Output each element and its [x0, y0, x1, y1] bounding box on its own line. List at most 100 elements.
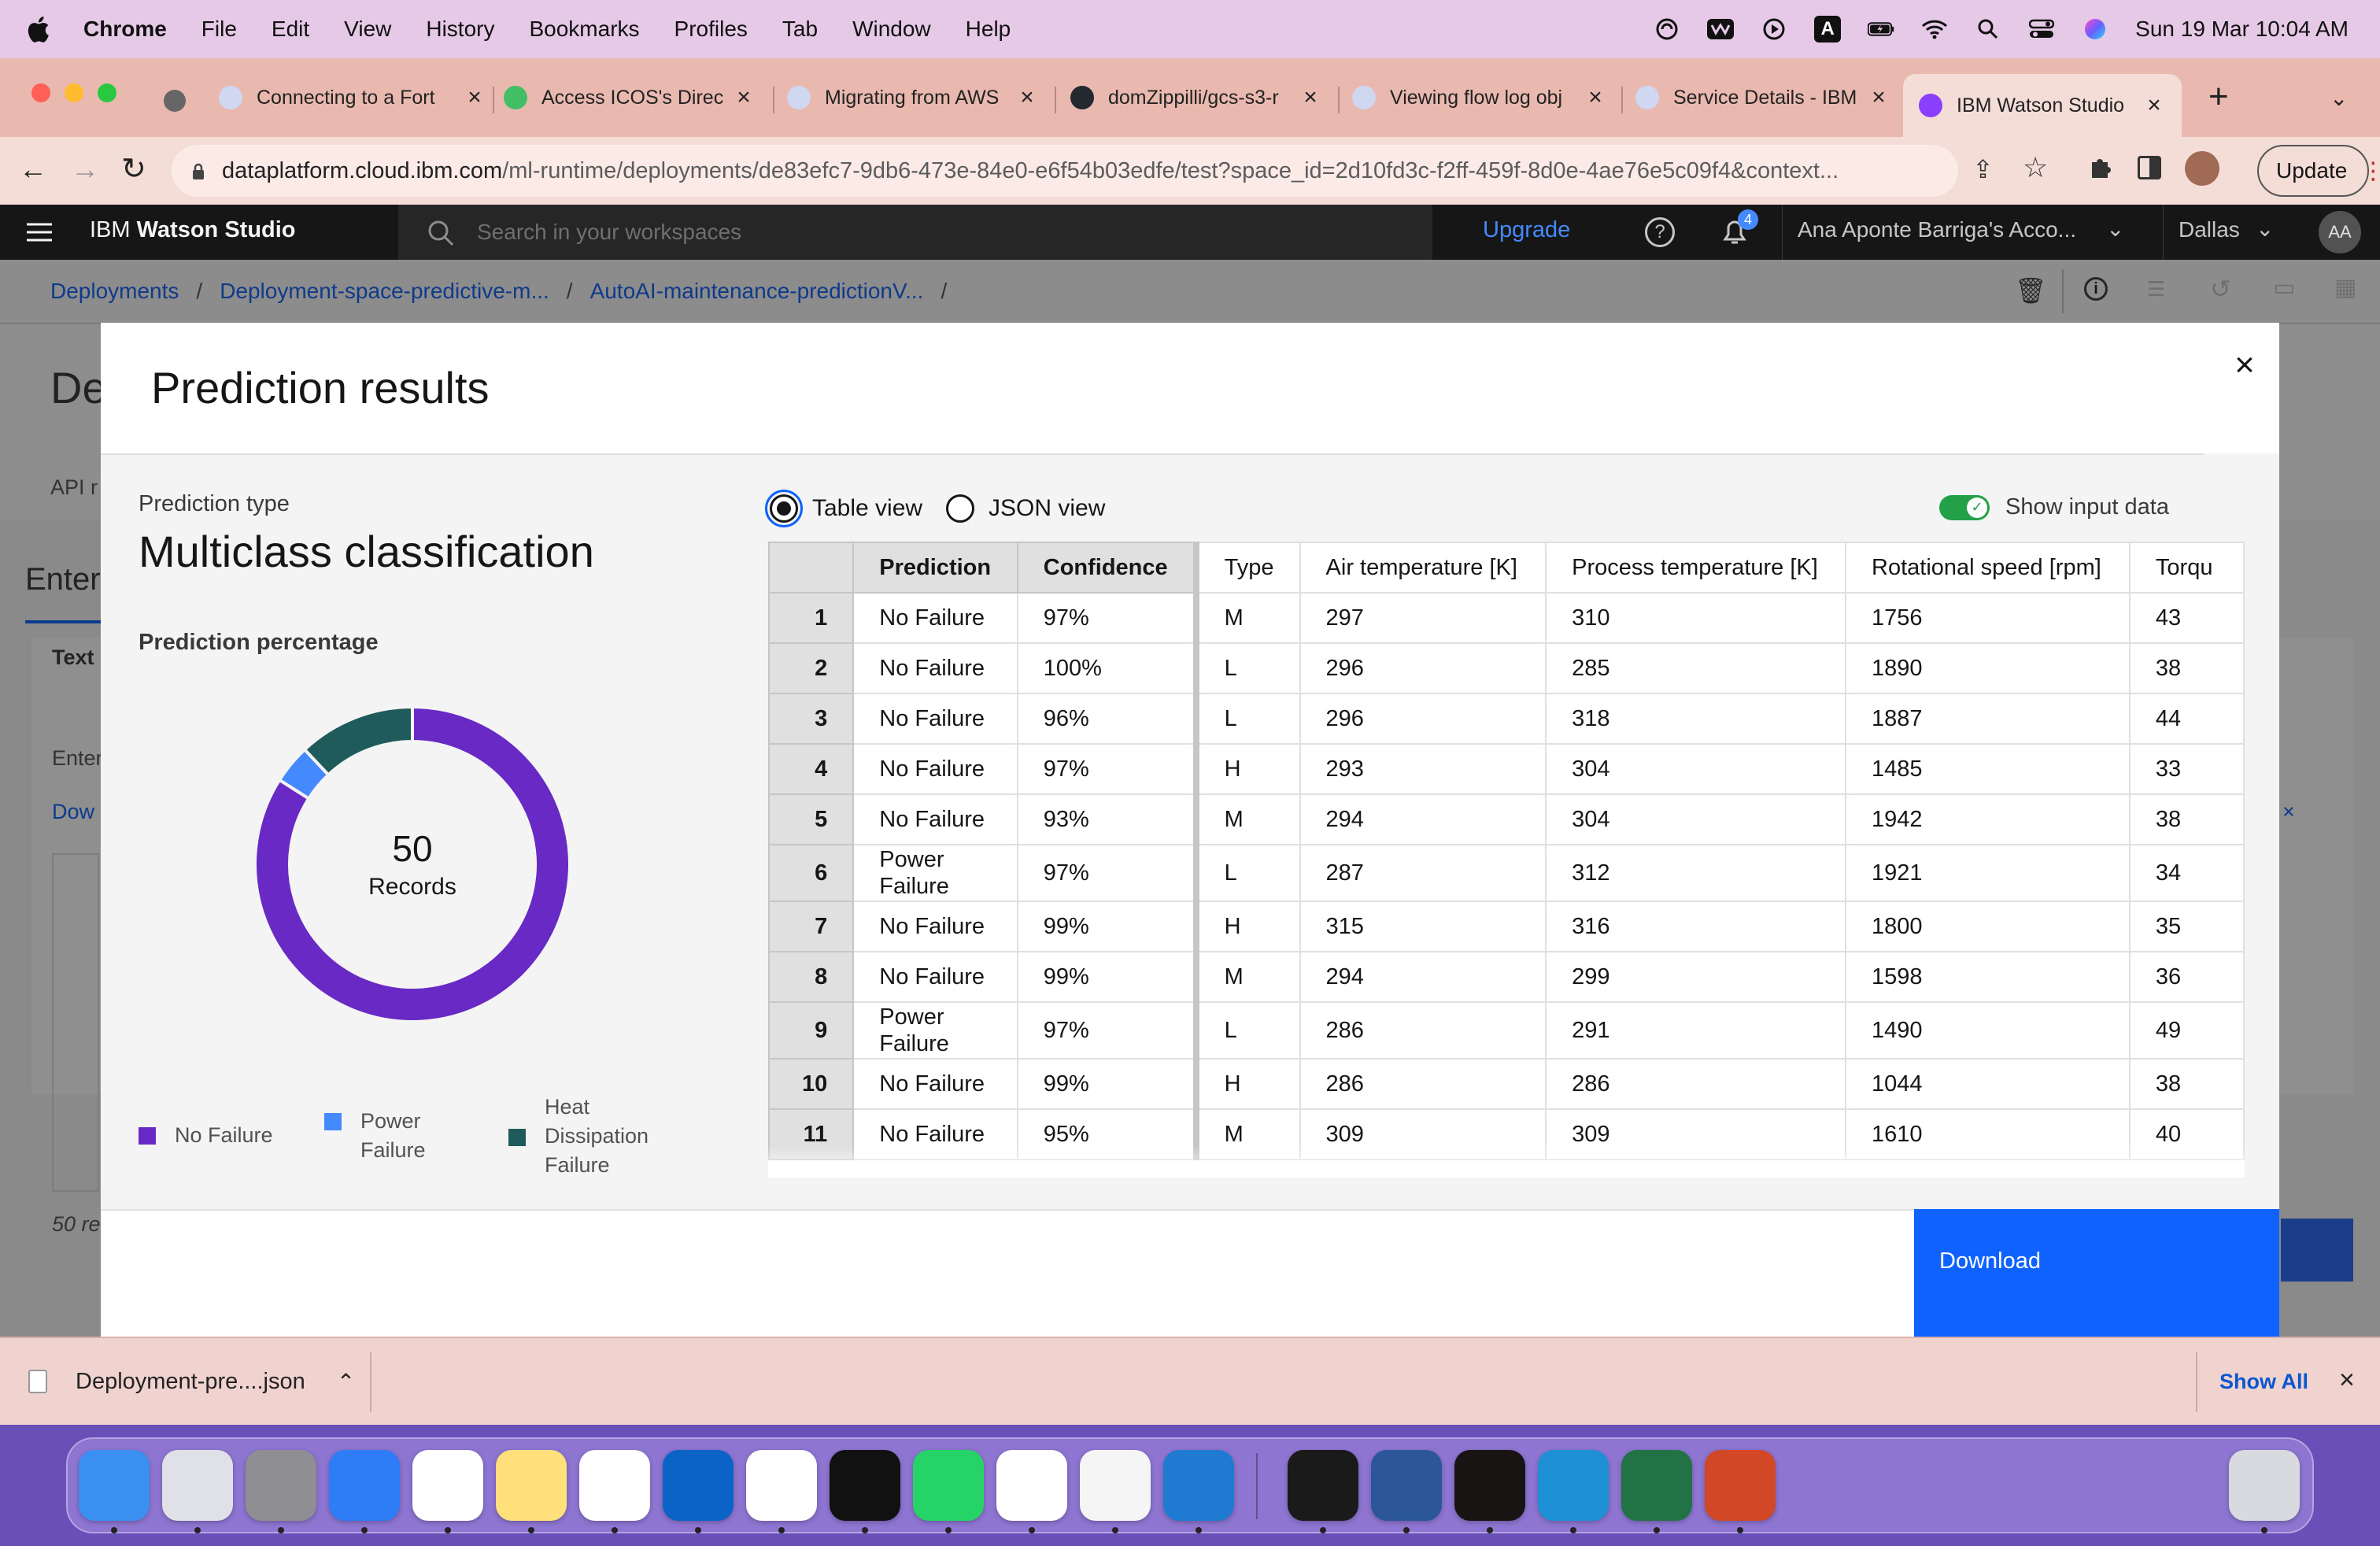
upgrade-link[interactable]: Upgrade [1483, 217, 1570, 243]
modal-close-icon[interactable]: × [2226, 346, 2264, 384]
chevron-up-icon[interactable]: ⌃ [337, 1369, 355, 1395]
user-avatar[interactable]: AA [2319, 211, 2361, 253]
table-row[interactable]: 7 No Failure 99% H 315 316 1800 35 [768, 901, 2245, 952]
column-header-prediction[interactable]: Prediction [852, 542, 1018, 594]
whatsapp-app-icon[interactable] [913, 1450, 984, 1521]
json-view-radio[interactable]: JSON view [946, 494, 1105, 523]
show-all-downloads-button[interactable]: Show All [2219, 1370, 2308, 1394]
column-header-confidence[interactable]: Confidence [1016, 542, 1197, 594]
table-row[interactable]: 1 No Failure 97% M 297 310 1756 43 [768, 592, 2245, 644]
show-input-data-toggle[interactable]: ✓ Show input data [1939, 494, 2169, 520]
input-source-icon[interactable]: A [1814, 16, 1842, 43]
menu-file[interactable]: File [201, 17, 237, 42]
trash-app-icon[interactable] [2229, 1450, 2300, 1521]
new-tab-button[interactable]: + [2208, 77, 2229, 117]
column-header-air-temp[interactable]: Air temperature [K] [1299, 542, 1547, 594]
safari-app-icon[interactable] [329, 1450, 400, 1521]
tab-close-icon[interactable]: × [2142, 92, 2166, 119]
comment-icon[interactable]: ▭ [2273, 274, 2295, 301]
tab-close-icon[interactable]: × [1867, 84, 1890, 111]
tab-close-icon[interactable]: × [463, 84, 486, 111]
column-header-rotational-speed[interactable]: Rotational speed [rpm] [1845, 542, 2131, 594]
window-close-button[interactable] [31, 83, 50, 102]
side-panel-icon[interactable] [2138, 156, 2161, 179]
tab-fortinet[interactable]: Connecting to a Fort × [219, 74, 486, 121]
tab-search-chevron-icon[interactable]: ⌄ [2330, 85, 2348, 111]
table-row[interactable]: 6 Power Failure 97% L 287 312 1921 34 [768, 844, 2245, 902]
column-header-torque[interactable]: Torqu [2128, 542, 2245, 594]
tab-migrating-aws[interactable]: Migrating from AWS × [787, 74, 1039, 121]
chrome-app-icon[interactable] [996, 1450, 1067, 1521]
reminders-app-icon[interactable] [412, 1450, 483, 1521]
edge-app-icon[interactable] [1538, 1450, 1609, 1521]
table-row[interactable]: 10 No Failure 99% H 286 286 1044 38 [768, 1058, 2245, 1110]
download-button[interactable]: Download [1914, 1209, 2279, 1337]
spotlight-search-icon[interactable] [1975, 16, 2001, 43]
terminal-app-icon[interactable] [830, 1450, 900, 1521]
vs-code-app-icon[interactable] [1163, 1450, 1234, 1521]
excel-app-icon[interactable] [1621, 1450, 1692, 1521]
column-header-type[interactable]: Type [1192, 542, 1301, 594]
back-arrow-icon[interactable]: ← [19, 153, 47, 186]
product-name[interactable]: IBM Watson Studio [90, 217, 296, 243]
outlook-app-icon[interactable] [663, 1450, 734, 1521]
activity-app-icon[interactable] [746, 1450, 817, 1521]
menu-tab[interactable]: Tab [782, 17, 818, 42]
table-row[interactable]: 8 No Failure 99% M 294 299 1598 36 [768, 951, 2245, 1003]
hamburger-menu-icon[interactable] [27, 222, 52, 242]
breadcrumb-deployments[interactable]: Deployments [50, 279, 179, 304]
menu-view[interactable]: View [344, 17, 391, 42]
history-icon[interactable]: ↺ [2210, 274, 2231, 304]
info-icon[interactable]: i [2084, 277, 2108, 301]
control-center-icon[interactable] [2028, 16, 2055, 43]
bookmark-star-icon[interactable]: ☆ [2023, 151, 2048, 184]
region-chevron-icon[interactable]: ⌄ [2256, 216, 2274, 242]
grid-icon[interactable]: ▦ [2334, 274, 2356, 301]
wifi-icon[interactable] [1921, 16, 1948, 43]
donut-slice-heat-dissipation-failure[interactable] [302, 707, 414, 778]
downloads-bar-close-icon[interactable]: × [2339, 1365, 2355, 1396]
window-zoom-button[interactable] [98, 83, 116, 102]
window-minimize-button[interactable] [65, 83, 83, 102]
powerpoint-app-icon[interactable] [1705, 1450, 1776, 1521]
chrome-update-button[interactable]: Update ⋮ [2257, 145, 2380, 197]
breadcrumb-autoai-model[interactable]: AutoAI-maintenance-predictionV... [590, 279, 924, 304]
flow-icon[interactable]: ☰ [2147, 277, 2172, 301]
account-switcher[interactable]: Ana Aponte Barriga's Acco... [1798, 217, 2076, 242]
tab-watson-studio[interactable]: IBM Watson Studio × [1903, 74, 2182, 137]
table-row[interactable]: 4 No Failure 97% H 293 304 1485 33 [768, 743, 2245, 795]
table-row[interactable]: 5 No Failure 93% M 294 304 1942 38 [768, 793, 2245, 845]
textedit-app-icon[interactable] [1080, 1450, 1151, 1521]
tab-close-icon[interactable]: × [1299, 84, 1322, 111]
tab-flow-logs[interactable]: Viewing flow log obj × [1352, 74, 1607, 121]
spotify-app-icon[interactable] [1454, 1450, 1525, 1521]
launchpad-app-icon[interactable] [162, 1450, 233, 1521]
system-settings-app-icon[interactable] [246, 1450, 316, 1521]
siri-icon[interactable] [2082, 16, 2108, 43]
tab-close-icon[interactable]: × [1015, 84, 1039, 111]
extensions-puzzle-icon[interactable] [2087, 154, 2114, 181]
tab-close-icon[interactable]: × [732, 84, 756, 111]
share-icon[interactable]: ⇪ [1972, 154, 1994, 184]
slack-app-icon[interactable] [579, 1450, 650, 1521]
menu-edit[interactable]: Edit [272, 17, 309, 42]
menu-help[interactable]: Help [966, 17, 1011, 42]
notes-app-icon[interactable] [496, 1450, 567, 1521]
reload-icon[interactable]: ↻ [121, 151, 146, 187]
column-header-process-temp[interactable]: Process temperature [K] [1545, 542, 1847, 594]
delete-trash-icon[interactable]: 🗑 [2015, 276, 2047, 305]
menubar-clock[interactable]: Sun 19 Mar 10:04 AM [2135, 17, 2349, 42]
menu-history[interactable]: History [426, 17, 494, 42]
help-icon[interactable]: ? [1645, 217, 1675, 247]
forward-arrow-icon[interactable]: → [71, 153, 99, 186]
tab-close-icon[interactable]: × [1584, 84, 1607, 111]
table-view-radio[interactable]: Table view [765, 490, 922, 527]
table-row[interactable]: 9 Power Failure 97% L 286 291 1490 49 [768, 1001, 2245, 1060]
tab-group-icon[interactable] [164, 90, 186, 112]
download-item[interactable]: Deployment-pre....json ⌃ [28, 1338, 355, 1425]
battery-charging-icon[interactable] [1868, 16, 1894, 43]
tab-github-gcs-s3[interactable]: domZippilli/gcs-s3-r × [1070, 74, 1322, 121]
profile-avatar[interactable] [2185, 151, 2219, 186]
menu-app-name[interactable]: Chrome [83, 17, 167, 42]
account-chevron-icon[interactable]: ⌄ [2106, 216, 2124, 242]
